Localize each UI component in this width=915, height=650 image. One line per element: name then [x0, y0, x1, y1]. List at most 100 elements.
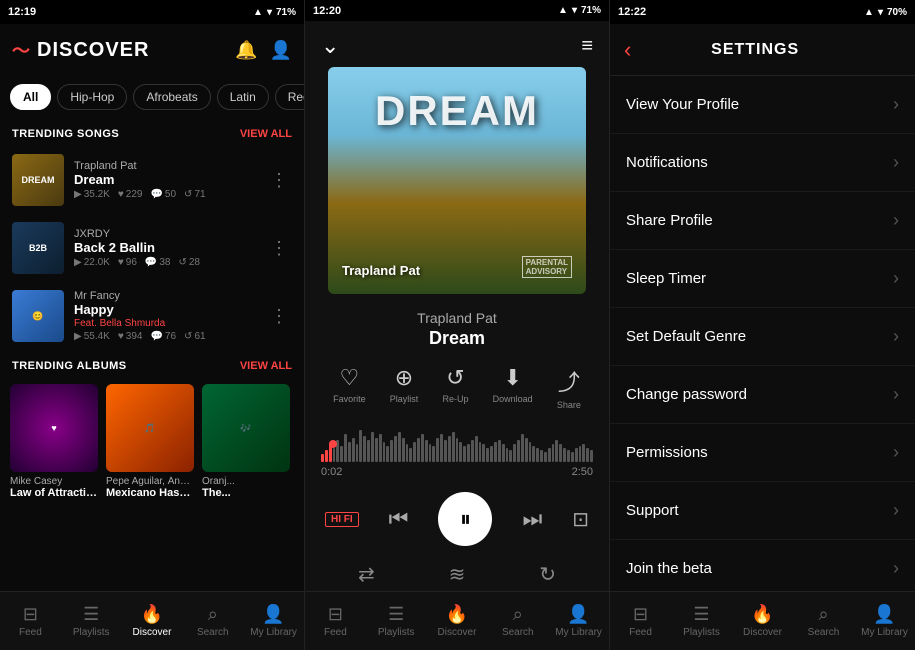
- waveform-bar-59: [548, 448, 551, 462]
- waveform-bar-24: [413, 442, 416, 462]
- waveform-bar-65: [571, 452, 574, 462]
- settings-notifications[interactable]: Notifications ›: [610, 134, 915, 192]
- nav-library[interactable]: 👤 My Library: [243, 600, 304, 642]
- nav-discover[interactable]: 🔥 Discover: [122, 600, 183, 642]
- p2-nav-feed[interactable]: ⊟ Feed: [305, 600, 366, 642]
- nav-feed[interactable]: ⊟ Feed: [0, 600, 61, 642]
- hifi-badge[interactable]: HI FI: [325, 512, 359, 527]
- more-btn-2[interactable]: ⋮: [266, 234, 292, 263]
- trending-songs-title: TRENDING SONGS: [12, 128, 119, 140]
- song-info-happy: Mr Fancy Happy Feat. Bella Shmurda ▶ 55.…: [74, 290, 256, 342]
- settings-label-support: Support: [626, 502, 679, 519]
- discover-panel: 12:19 ▲ ▾ 71% 〜 DISCOVER 🔔 👤 All Hip-Hop…: [0, 0, 305, 650]
- more-btn-3[interactable]: ⋮: [266, 302, 292, 331]
- repeat-icon[interactable]: ↻: [539, 562, 556, 587]
- waveform-bar-15: [379, 434, 382, 462]
- playlist-btn[interactable]: ⊕ Playlist: [390, 365, 419, 410]
- view-all-songs[interactable]: VIEW ALL: [240, 128, 292, 140]
- settings-share-profile[interactable]: Share Profile ›: [610, 192, 915, 250]
- player-song-info: Trapland Pat Dream: [305, 310, 609, 361]
- waveform[interactable]: [321, 422, 593, 462]
- settings-sleep-timer[interactable]: Sleep Timer ›: [610, 250, 915, 308]
- battery-1: 71%: [276, 7, 296, 18]
- album-art-title: DREAM: [375, 67, 539, 135]
- album-card-3[interactable]: 🎶 Oranj... The...: [202, 384, 290, 499]
- p2-nav-library[interactable]: 👤 My Library: [548, 600, 609, 642]
- waveform-bar-22: [406, 444, 409, 462]
- settings-label-permissions: Permissions: [626, 444, 708, 461]
- song-stats-1: ▶ 35.2K ♥ 229 💬 50 ↺ 71: [74, 189, 256, 200]
- shuffle-icon[interactable]: ⇄: [358, 562, 375, 587]
- download-btn[interactable]: ⬇ Download: [493, 365, 533, 410]
- s-search-icon: ⌕: [818, 604, 828, 625]
- p2-discover-icon: 🔥: [446, 604, 468, 625]
- waveform-bar-3: [333, 448, 336, 462]
- p2-nav-search[interactable]: ⌕ Search: [487, 600, 548, 642]
- genre-tab-hiphop[interactable]: Hip-Hop: [57, 84, 127, 110]
- p2-discover-label: Discover: [438, 627, 477, 638]
- feed-icon: ⊟: [23, 604, 38, 625]
- likes-2: ♥ 96: [118, 257, 137, 268]
- settings-view-profile[interactable]: View Your Profile ›: [610, 76, 915, 134]
- settings-change-password[interactable]: Change password ›: [610, 366, 915, 424]
- genre-tab-reggae[interactable]: Reggae/Dan: [275, 84, 304, 110]
- album-art-2: 🎵: [106, 384, 194, 472]
- share-action-btn[interactable]: ⤴ Share: [557, 365, 581, 410]
- s-nav-search[interactable]: ⌕ Search: [793, 600, 854, 642]
- view-all-albums[interactable]: VIEW ALL: [240, 360, 292, 372]
- chevron-down-icon[interactable]: ⌄: [321, 33, 339, 59]
- reup-label: Re-Up: [442, 394, 468, 404]
- settings-join-beta[interactable]: Join the beta ›: [610, 540, 915, 591]
- s-nav-playlists[interactable]: ☰ Playlists: [671, 600, 732, 642]
- waveform-bar-5: [340, 446, 343, 462]
- song-item-back2[interactable]: B2B JXRDY Back 2 Ballin ▶ 22.0K ♥ 96 💬 3…: [6, 214, 298, 282]
- next-btn[interactable]: ⏭: [522, 506, 542, 532]
- favorite-btn[interactable]: ♡ Favorite: [333, 365, 366, 410]
- song-stats-3: ▶ 55.4K ♥ 394 💬 76 ↺ 61: [74, 331, 256, 342]
- p2-nav-discover[interactable]: 🔥 Discover: [427, 600, 488, 642]
- album-card-2[interactable]: 🎵 Pepe Aguilar, Ángela Mexicano Hasta lo…: [106, 384, 194, 499]
- p2-nav-playlists[interactable]: ☰ Playlists: [366, 600, 427, 642]
- genre-tab-afrobeats[interactable]: Afrobeats: [133, 84, 210, 110]
- equalizer-icon[interactable]: ≋: [449, 562, 466, 587]
- s-library-icon: 👤: [873, 604, 895, 625]
- settings-default-genre[interactable]: Set Default Genre ›: [610, 308, 915, 366]
- reup-btn[interactable]: ↺ Re-Up: [442, 365, 468, 410]
- player-title: Dream: [321, 328, 593, 349]
- waveform-bar-14: [375, 438, 378, 462]
- song-item-happy[interactable]: 😊 Mr Fancy Happy Feat. Bella Shmurda ▶ 5…: [6, 282, 298, 350]
- settings-list: View Your Profile › Notifications › Shar…: [610, 76, 915, 591]
- waveform-bar-45: [494, 442, 497, 462]
- reposts-2: ↺ 28: [178, 257, 200, 268]
- profile-icon[interactable]: 👤: [270, 40, 292, 61]
- nav-search[interactable]: ⌕ Search: [182, 600, 243, 642]
- genre-tab-latin[interactable]: Latin: [217, 84, 269, 110]
- queue-icon[interactable]: ≡: [581, 35, 593, 58]
- nav-playlists[interactable]: ☰ Playlists: [61, 600, 122, 642]
- waveform-bar-63: [563, 448, 566, 462]
- waveform-bar-41: [479, 442, 482, 462]
- favorite-icon: ♡: [339, 365, 359, 391]
- album-card-1[interactable]: ♥ Mike Casey Law of Attraction: The Remi…: [10, 384, 98, 499]
- discover-icon: 🔥: [141, 604, 163, 625]
- back-button[interactable]: ‹: [624, 37, 631, 63]
- s-nav-discover[interactable]: 🔥 Discover: [732, 600, 793, 642]
- notification-icon[interactable]: 🔔: [235, 40, 257, 61]
- song-title-3: Happy: [74, 302, 256, 317]
- more-btn-1[interactable]: ⋮: [266, 166, 292, 195]
- header-icons: 🔔 👤: [235, 40, 292, 61]
- prev-btn[interactable]: ⏮: [389, 506, 409, 532]
- waveform-bar-36: [459, 442, 462, 462]
- s-nav-library[interactable]: 👤 My Library: [854, 600, 915, 642]
- settings-permissions[interactable]: Permissions ›: [610, 424, 915, 482]
- s-playlists-label: Playlists: [683, 627, 720, 638]
- settings-support[interactable]: Support ›: [610, 482, 915, 540]
- s-nav-feed[interactable]: ⊟ Feed: [610, 600, 671, 642]
- chevron-right-icon-6: ›: [893, 442, 899, 463]
- cast-icon[interactable]: ⊡: [572, 507, 589, 532]
- pause-icon: ⏸: [460, 506, 471, 532]
- player-artist: Trapland Pat: [321, 310, 593, 326]
- song-item-dream[interactable]: DREAM Trapland Pat Dream ▶ 35.2K ♥ 229 💬…: [6, 146, 298, 214]
- play-pause-btn[interactable]: ⏸: [438, 492, 492, 546]
- genre-tab-all[interactable]: All: [10, 84, 51, 110]
